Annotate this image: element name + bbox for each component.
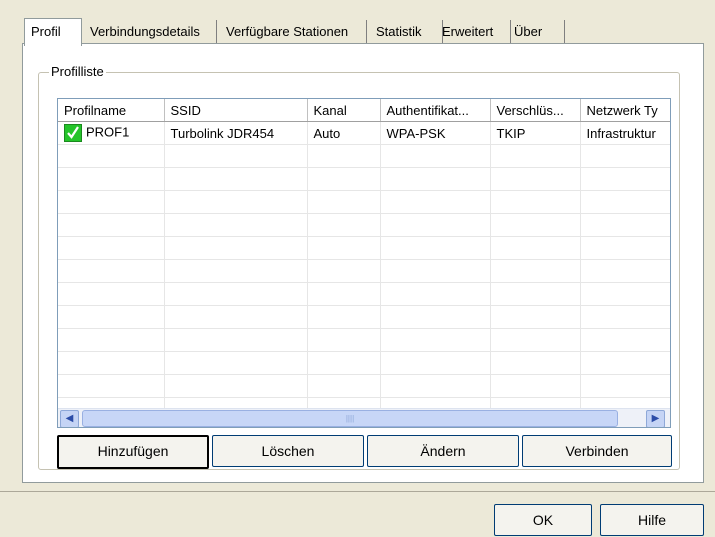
table-row: [58, 213, 670, 237]
tab-statistik[interactable]: Statistik: [370, 20, 443, 43]
tab-ueber[interactable]: Über: [508, 20, 565, 43]
tab-erweitert[interactable]: Erweitert: [436, 20, 511, 43]
column-header-authentifikation[interactable]: Authentifikat...: [380, 99, 491, 122]
cell-ssid: Turbolink JDR454: [164, 121, 308, 145]
table-row: [58, 144, 670, 168]
tab-verfuegbare-stationen[interactable]: Verfügbare Stationen: [220, 20, 367, 43]
tab-panel-profil: Profilliste Profilname SSID Kanal Authen…: [22, 43, 704, 483]
cell-encryption: TKIP: [490, 121, 581, 145]
tab-verbindungsdetails[interactable]: Verbindungsdetails: [84, 20, 217, 43]
table-row: [58, 259, 670, 283]
scrollbar-thumb[interactable]: ||||: [82, 410, 618, 427]
cell-auth: WPA-PSK: [380, 121, 491, 145]
cell-network-type: Infrastruktur: [580, 121, 670, 145]
delete-profile-button[interactable]: Löschen: [212, 435, 364, 467]
cell-profilname: PROF1: [58, 121, 165, 145]
column-header-verschluesselung[interactable]: Verschlüs...: [490, 99, 581, 122]
help-button[interactable]: Hilfe: [600, 504, 704, 536]
horizontal-scrollbar[interactable]: ◀ |||| ▶: [58, 408, 670, 427]
scroll-left-icon[interactable]: ◀: [60, 410, 79, 427]
scroll-right-icon[interactable]: ▶: [646, 410, 665, 427]
table-header-row: Profilname SSID Kanal Authentifikat... V…: [58, 99, 670, 122]
connect-profile-button[interactable]: Verbinden: [522, 435, 672, 467]
table-row: [58, 167, 670, 191]
profile-list[interactable]: Profilname SSID Kanal Authentifikat... V…: [57, 98, 671, 428]
column-header-kanal[interactable]: Kanal: [307, 99, 381, 122]
footer-separator: [0, 491, 715, 492]
check-icon: [64, 124, 82, 142]
column-header-ssid[interactable]: SSID: [164, 99, 308, 122]
table-row: [58, 282, 670, 306]
profile-list-group: Profilliste Profilname SSID Kanal Authen…: [38, 64, 680, 470]
add-profile-button[interactable]: Hinzufügen: [57, 435, 209, 469]
edit-profile-button[interactable]: Ändern: [367, 435, 519, 467]
profile-name: PROF1: [86, 124, 130, 140]
profile-table: Profilname SSID Kanal Authentifikat... V…: [58, 99, 670, 421]
table-row: [58, 374, 670, 398]
cell-kanal: Auto: [307, 121, 381, 145]
table-row: [58, 305, 670, 329]
ok-button[interactable]: OK: [494, 504, 592, 536]
table-row: [58, 351, 670, 375]
table-row[interactable]: PROF1 Turbolink JDR454 Auto WPA-PSK TKIP…: [58, 121, 670, 145]
table-row: [58, 190, 670, 214]
column-header-profilname[interactable]: Profilname: [58, 99, 165, 122]
table-row: [58, 328, 670, 352]
column-header-netzwerk-typ[interactable]: Netzwerk Ty: [580, 99, 670, 122]
group-title: Profilliste: [49, 64, 106, 79]
tab-profil[interactable]: Profil: [24, 18, 82, 46]
table-row: [58, 236, 670, 260]
